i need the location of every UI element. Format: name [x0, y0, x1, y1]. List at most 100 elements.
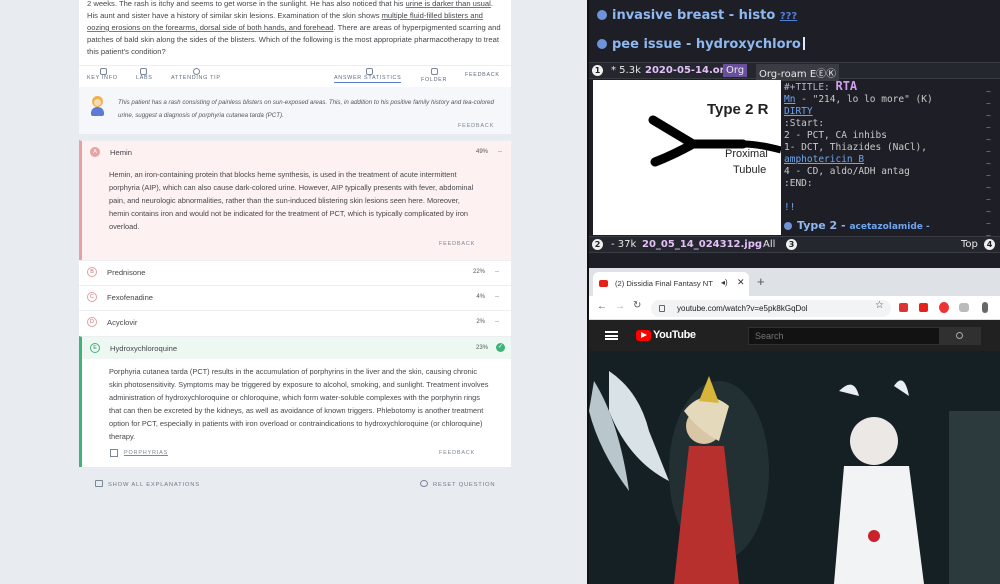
video-player[interactable]: [589, 351, 1000, 584]
option-letter: D: [87, 317, 97, 327]
explanation-feedback-button[interactable]: FEEDBACK: [458, 123, 494, 129]
question-stem: 2 weeks. The rash is itchy and seems to …: [87, 0, 505, 58]
show-all-explanations-button[interactable]: SHOW ALL EXPLANATIONS: [95, 480, 200, 488]
org-line-9: [784, 190, 982, 202]
question-toolbar: KEY INFO LABS ATTENDING TIP ANSWER STATI…: [79, 65, 511, 87]
attending-tip-button[interactable]: ATTENDING TIP: [171, 75, 221, 81]
option-expand[interactable]: --: [495, 269, 499, 275]
reset-label: RESET QUESTION: [433, 482, 496, 488]
reset-question-button[interactable]: RESET QUESTION: [420, 480, 495, 488]
option-letter: A: [90, 147, 100, 157]
cloud-icon[interactable]: [959, 303, 969, 312]
answer-option-a[interactable]: A Hemin 49% -- Hemin, an iron-containing…: [79, 140, 511, 260]
mic-icon[interactable]: [982, 302, 988, 313]
option-expand[interactable]: --: [495, 319, 499, 325]
folder-icon: [431, 68, 438, 75]
feedback-button[interactable]: FEEDBACK: [465, 72, 500, 78]
option-e-feedback-button[interactable]: FEEDBACK: [439, 450, 475, 456]
percent-icon: [366, 68, 373, 75]
youtube-logo-icon[interactable]: [636, 330, 651, 341]
window-number: 1: [592, 65, 603, 76]
url-field[interactable]: youtube.com/watch?v=e5pk8kGqDol: [651, 300, 891, 317]
tab-title: (2) Dissidia Final Fantasy NT: [615, 279, 713, 288]
option-percent: 23%: [475, 345, 488, 351]
key-info-button[interactable]: KEY INFO: [87, 75, 118, 81]
url-text: youtube.com/watch?v=e5pk8kGqDol: [677, 304, 808, 313]
org-line-6: 1- DCT, Thiazides (NaCl), amphotericin B: [784, 142, 927, 165]
option-expand[interactable]: --: [495, 294, 499, 300]
extension-icon[interactable]: [899, 303, 908, 312]
question-panel: 2 weeks. The rash is itchy and seems to …: [0, 0, 587, 584]
back-icon[interactable]: ←: [597, 301, 607, 312]
address-bar-row: ← → ↻ youtube.com/watch?v=e5pk8kGqDol ☆: [589, 296, 1000, 320]
answer-option-e[interactable]: E Hydroxychloroquine 23% ✓ Porphyria cut…: [79, 336, 511, 467]
answer-option-d[interactable]: D Acyclovir 2% --: [79, 310, 511, 336]
folder-button[interactable]: FOLDER: [421, 77, 447, 83]
answer-statistics-button[interactable]: ANSWER STATISTICS: [334, 75, 402, 83]
buffer-position: All: [763, 239, 776, 250]
org-headline-2[interactable]: pee issue - hydroxychloro: [597, 37, 805, 52]
speaker-icon[interactable]: ◂): [721, 278, 728, 287]
org-line-8: :END:: [784, 178, 813, 189]
comment-icon: [95, 480, 103, 487]
book-icon: [110, 449, 118, 457]
close-tab-icon[interactable]: ✕: [737, 277, 745, 288]
youtube-header: YouTube: [589, 320, 1000, 351]
org-line-10: !!: [784, 202, 796, 213]
bookmark-star-icon[interactable]: ☆: [875, 300, 884, 311]
buffer-status: - 37k: [611, 239, 637, 250]
video-frame: [589, 351, 1000, 584]
tab-youtube[interactable]: (2) Dissidia Final Fantasy NT ◂) ✕: [593, 272, 749, 296]
reload-icon[interactable]: ↻: [633, 300, 641, 311]
buffer-name: 20_05_14_024312.jpg: [642, 239, 763, 250]
text-cursor: [802, 37, 805, 50]
option-percent: 4%: [476, 294, 485, 300]
option-a-feedback-button[interactable]: FEEDBACK: [439, 241, 475, 247]
option-label: Fexofenadine: [107, 293, 154, 302]
option-explanation: Hemin, an iron-containing protein that b…: [109, 170, 474, 231]
right-panel: invasive breast - histo ??? pee issue - …: [589, 0, 1000, 584]
option-label: Prednisone: [107, 268, 146, 277]
browser-window: (2) Dissidia Final Fantasy NT ◂) ✕ + ← →…: [589, 268, 1000, 584]
option-letter: E: [90, 343, 100, 353]
help-icon: [193, 68, 200, 75]
option-letter: B: [87, 267, 97, 277]
org-line-dirty: DIRTY: [784, 106, 813, 117]
extension-icon[interactable]: [919, 303, 928, 312]
buffer-name: 2020-05-14.org: [645, 65, 732, 76]
adblock-icon[interactable]: [939, 302, 949, 313]
window-number: 2: [592, 239, 603, 250]
buffer-status: * 5.3k: [611, 65, 641, 76]
answer-option-b[interactable]: B Prednisone 22% --: [79, 260, 511, 285]
bullet-icon: [784, 222, 792, 230]
show-all-label: SHOW ALL EXPLANATIONS: [108, 482, 200, 488]
question-text: 2 weeks. The rash is itchy and seems to …: [87, 0, 406, 8]
org-headline-1[interactable]: invasive breast - histo ???: [597, 8, 797, 23]
org-line-4: :Start:: [784, 118, 825, 129]
option-label: Hemin: [110, 148, 132, 157]
org-line-5: 2 - PCT, CA inhibs: [784, 130, 887, 141]
option-label: Acyclovir: [107, 318, 138, 327]
option-label: Hydroxychloroquine: [110, 344, 178, 353]
highlighted-phrase: urine is darker than usual: [405, 0, 491, 8]
lock-icon: [659, 305, 665, 312]
diagram-label-2: Tubule: [733, 164, 767, 176]
option-collapse[interactable]: --: [498, 149, 502, 155]
porphyrias-link[interactable]: PORPHYRIAS: [124, 450, 168, 456]
modeline-top: 1 * 5.3k 2020-05-14.org Org Org-roam EⒺⓀ: [589, 62, 1000, 81]
tutor-avatar: [89, 96, 106, 116]
menu-icon[interactable]: [605, 331, 618, 340]
search-button[interactable]: [940, 327, 981, 345]
org-line-7: 4 - CD, aldo/ADH antag: [784, 166, 910, 177]
youtube-search-input[interactable]: [748, 327, 940, 345]
new-tab-button[interactable]: +: [757, 274, 765, 289]
labs-button[interactable]: LABS: [136, 75, 153, 81]
forward-icon[interactable]: →: [615, 301, 625, 312]
answer-option-c[interactable]: C Fexofenadine 4% --: [79, 285, 511, 310]
empty-line-markers: ~ ~ ~ ~ ~ ~ ~ ~ ~ ~ ~ ~ ~: [986, 87, 991, 240]
explanation-text: This patient has a rash consisting of pa…: [118, 99, 494, 119]
modeline-bottom: 2 - 37k 20_05_14_024312.jpg All 3 Top 4: [589, 236, 1000, 253]
tab-strip: (2) Dissidia Final Fantasy NT ◂) ✕ +: [589, 268, 1000, 296]
org-buffer: #+TITLE: RTA Mn - "214, lo lo more" (K) …: [784, 80, 982, 235]
option-letter: C: [87, 292, 97, 302]
